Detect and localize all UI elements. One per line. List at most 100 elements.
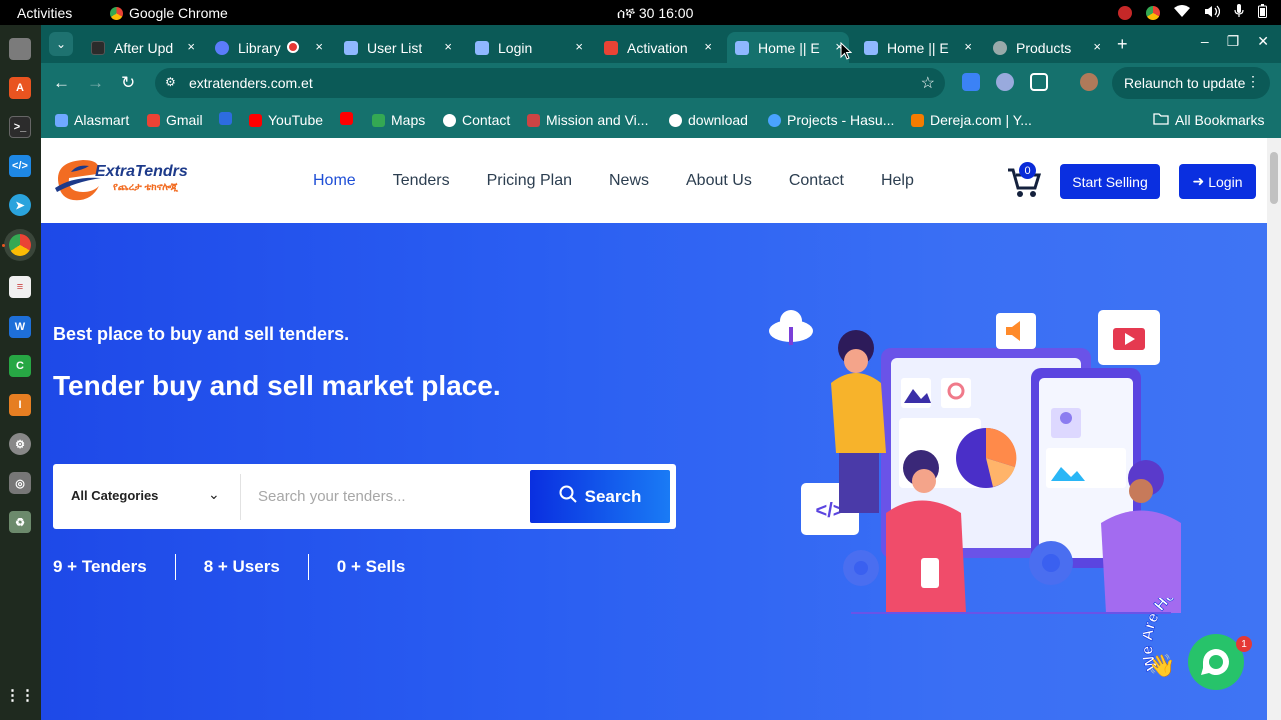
- search-input[interactable]: Search your tenders...: [258, 488, 406, 505]
- translate-icon[interactable]: [996, 73, 1014, 91]
- trash-icon[interactable]: ♻: [9, 511, 31, 533]
- profile-avatar[interactable]: [1080, 73, 1098, 91]
- bookmark-item[interactable]: Dereja.com | Y...: [911, 112, 1032, 128]
- all-bookmarks[interactable]: All Bookmarks: [1153, 112, 1264, 128]
- chrome-dock-icon[interactable]: [9, 234, 31, 256]
- tab-close-icon[interactable]: ×: [575, 39, 583, 54]
- forward-icon[interactable]: →: [87, 73, 104, 93]
- tab-title: After Upd: [114, 39, 174, 56]
- disk-icon[interactable]: ◎: [9, 472, 31, 494]
- nav-tenders[interactable]: Tenders: [393, 172, 450, 190]
- login-button[interactable]: ➜ Login: [1179, 164, 1256, 199]
- text-editor-icon[interactable]: ≡: [9, 276, 31, 298]
- close-window-icon[interactable]: ✕: [1257, 33, 1269, 50]
- files-icon[interactable]: [9, 38, 31, 60]
- app-center-icon[interactable]: A: [9, 77, 31, 99]
- start-selling-button[interactable]: Start Selling: [1060, 164, 1160, 199]
- app-name: Google Chrome: [129, 5, 228, 21]
- tab[interactable]: Home || E ×: [856, 32, 978, 63]
- tab-title: Home || E: [887, 39, 949, 56]
- bookmark-item[interactable]: download: [669, 112, 748, 128]
- calc-icon[interactable]: C: [9, 355, 31, 377]
- nav-news[interactable]: News: [609, 172, 649, 190]
- bookmark-item[interactable]: YouTube: [249, 112, 323, 128]
- show-apps-icon[interactable]: ⋮⋮: [5, 684, 35, 706]
- tab-close-icon[interactable]: ×: [444, 39, 452, 54]
- relaunch-button[interactable]: Relaunch to update ⋮: [1112, 67, 1270, 99]
- chevron-down-icon[interactable]: ⌄: [208, 486, 220, 503]
- chrome-icon: [110, 6, 123, 20]
- new-tab-icon[interactable]: +: [1117, 34, 1128, 55]
- tab-close-icon[interactable]: ×: [704, 39, 712, 54]
- address-bar[interactable]: ⚙ extratenders.com.et ☆: [155, 68, 945, 98]
- battery-icon: [1258, 4, 1267, 21]
- bookmark-item[interactable]: Mission and Vi...: [527, 112, 648, 128]
- tab-search-button[interactable]: ⌄: [49, 32, 73, 56]
- bookmark-item[interactable]: Projects - Hasu...: [768, 112, 894, 128]
- hero-title: Tender buy and sell market place.: [53, 370, 501, 401]
- vscode-icon[interactable]: </>: [9, 155, 31, 177]
- minimize-icon[interactable]: –: [1201, 33, 1209, 50]
- nav-home[interactable]: Home: [313, 172, 356, 190]
- tab-close-icon[interactable]: ×: [315, 39, 323, 54]
- back-icon[interactable]: ←: [53, 73, 70, 93]
- activities-button[interactable]: Activities: [17, 5, 72, 21]
- nav-help[interactable]: Help: [881, 172, 914, 190]
- search-button[interactable]: Search: [530, 470, 670, 523]
- bookmark-item[interactable]: Alasmart: [55, 112, 129, 128]
- tab[interactable]: Activation ×: [596, 32, 718, 63]
- scrollbar-thumb[interactable]: [1270, 152, 1278, 204]
- nav-contact[interactable]: Contact: [789, 172, 844, 190]
- clock[interactable]: ሰኞ 30 16:00: [617, 5, 693, 22]
- bookmark-item[interactable]: [340, 112, 353, 125]
- bookmark-star-icon[interactable]: ☆: [921, 73, 935, 93]
- bookmark-item[interactable]: [219, 112, 232, 125]
- video-play-icon: [1098, 310, 1160, 365]
- tab-title: Login: [498, 39, 533, 56]
- hero-section: Best place to buy and sell tenders. Tend…: [41, 223, 1267, 720]
- tab-favicon-icon: [475, 40, 489, 55]
- page-scrollbar[interactable]: [1267, 138, 1281, 720]
- site-info-icon[interactable]: ⚙: [165, 75, 176, 89]
- tab-title: Activation: [627, 39, 688, 56]
- bookmark-item[interactable]: Gmail: [147, 112, 203, 128]
- impress-icon[interactable]: I: [9, 394, 31, 416]
- telegram-icon[interactable]: ➤: [9, 194, 31, 216]
- folder-icon: [1153, 112, 1169, 128]
- tab[interactable]: User List ×: [336, 32, 458, 63]
- tab[interactable]: After Upd ×: [83, 32, 201, 63]
- tab[interactable]: Login ×: [467, 32, 589, 63]
- tab[interactable]: Products ×: [985, 32, 1107, 63]
- terminal-icon[interactable]: >_: [9, 116, 31, 138]
- url-text[interactable]: extratenders.com.et: [189, 75, 313, 91]
- wave-hand-icon: 👋: [1148, 653, 1176, 678]
- tab-close-icon[interactable]: ×: [964, 39, 972, 54]
- site-logo[interactable]: ExtraTendrs የጨረታ ቴክኖሎጂ: [53, 156, 223, 206]
- reload-icon[interactable]: ↻: [121, 73, 135, 93]
- site-header: ExtraTendrs የጨረታ ቴክኖሎጂ Home Tenders Pric…: [41, 138, 1267, 223]
- microphone-icon: [1234, 4, 1244, 21]
- writer-icon[interactable]: W: [9, 316, 31, 338]
- category-select[interactable]: All Categories: [71, 488, 158, 503]
- stats-row: 9 + Tenders 8 + Users 0 + Sells: [53, 554, 405, 580]
- extensions-puzzle-icon[interactable]: [1030, 73, 1048, 91]
- volume-icon: [1204, 5, 1221, 21]
- stat-sells: 0 + Sells: [336, 557, 406, 576]
- bookmarks-bar: Alasmart Gmail YouTube Maps Contact Miss…: [41, 103, 1281, 138]
- tab-close-icon[interactable]: ×: [187, 39, 195, 54]
- system-tray[interactable]: [1118, 4, 1267, 21]
- nav-about-us[interactable]: About Us: [686, 172, 752, 190]
- restore-icon[interactable]: ❐: [1227, 33, 1240, 50]
- tab-favicon-icon: [735, 40, 749, 55]
- settings-icon[interactable]: ⚙: [9, 433, 31, 455]
- tab[interactable]: Library ×: [207, 32, 329, 63]
- tab-close-icon[interactable]: ×: [1093, 39, 1101, 54]
- bookmark-item[interactable]: Maps: [372, 112, 425, 128]
- tab-active[interactable]: Home || E ×: [727, 32, 849, 63]
- wifi-icon: [1174, 4, 1190, 21]
- chat-widget[interactable]: We Are Here! 👋 1: [1139, 576, 1263, 698]
- app-menu[interactable]: Google Chrome: [110, 5, 228, 21]
- extension-icon[interactable]: [962, 73, 980, 91]
- nav-pricing-plan[interactable]: Pricing Plan: [487, 172, 572, 190]
- bookmark-item[interactable]: Contact: [443, 112, 510, 128]
